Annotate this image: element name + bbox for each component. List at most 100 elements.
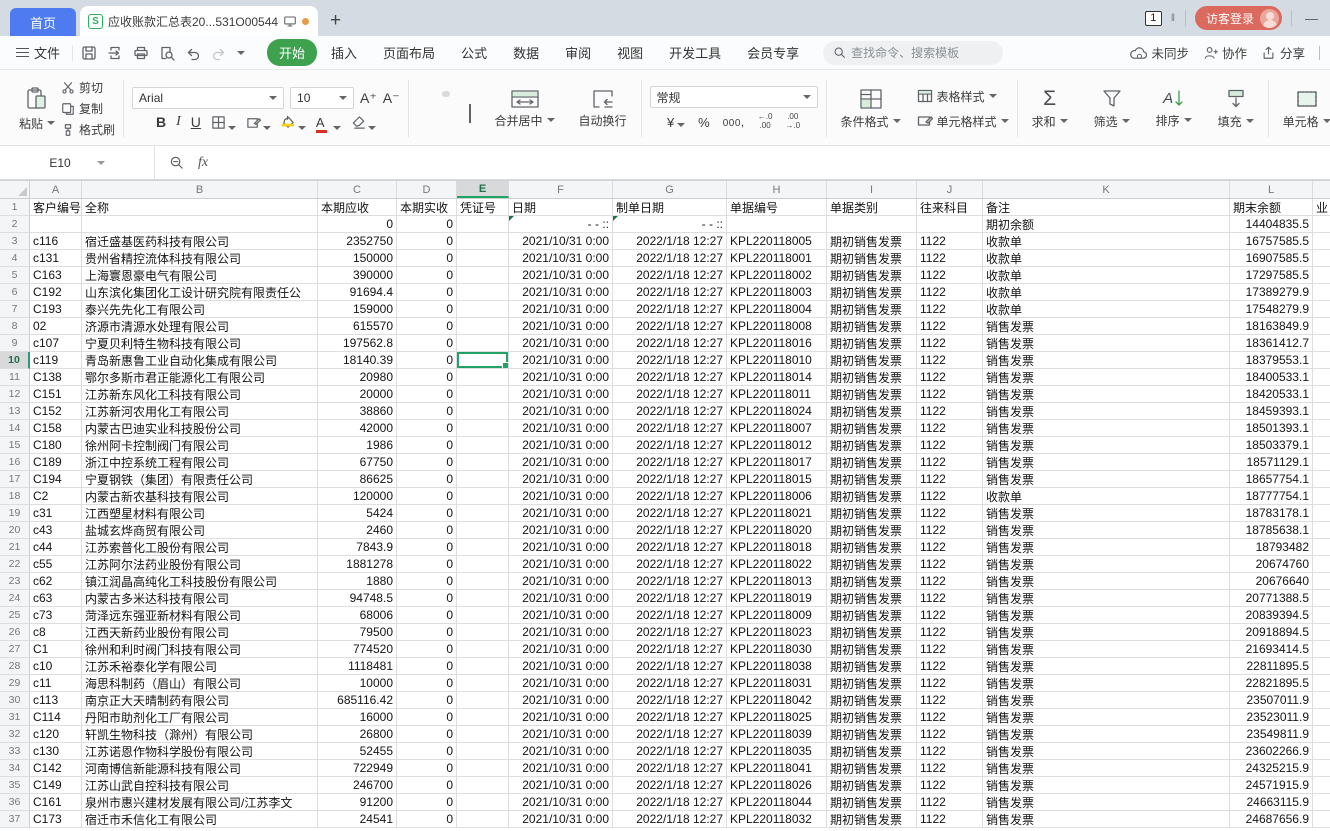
- cell-J27[interactable]: 1122: [917, 641, 983, 658]
- cell-I9[interactable]: 期初销售发票: [827, 335, 917, 352]
- formula-input[interactable]: [222, 146, 1330, 179]
- quick-access-dropdown-icon[interactable]: [237, 51, 245, 55]
- row-header-21[interactable]: 21: [0, 539, 30, 556]
- cell-D34[interactable]: 0: [397, 760, 457, 777]
- cell-C36[interactable]: 91200: [318, 794, 397, 811]
- sort-button[interactable]: A 排序: [1150, 87, 1198, 131]
- cell-J11[interactable]: 1122: [917, 369, 983, 386]
- cell-L30[interactable]: 23507011.9: [1230, 692, 1313, 709]
- cell-D36[interactable]: 0: [397, 794, 457, 811]
- cell-F8[interactable]: 2021/10/31 0:00: [509, 318, 613, 335]
- align-left-button[interactable]: [417, 111, 425, 117]
- cell-H33[interactable]: KPL220118035: [727, 743, 827, 760]
- cell-F32[interactable]: 2021/10/31 0:00: [509, 726, 613, 743]
- cell-C32[interactable]: 26800: [318, 726, 397, 743]
- cell-K15[interactable]: 销售发票: [983, 437, 1230, 454]
- cell-M10[interactable]: [1313, 352, 1330, 369]
- cell-I19[interactable]: 期初销售发票: [827, 505, 917, 522]
- cell-J26[interactable]: 1122: [917, 624, 983, 641]
- cell-D9[interactable]: 0: [397, 335, 457, 352]
- cell-M26[interactable]: [1313, 624, 1330, 641]
- cell-B29[interactable]: 海思科制药（眉山）有限公司: [82, 675, 318, 692]
- cell-L3[interactable]: 16757585.5: [1230, 233, 1313, 250]
- cell-F27[interactable]: 2021/10/31 0:00: [509, 641, 613, 658]
- cell-D10[interactable]: 0: [397, 352, 457, 369]
- cell-B7[interactable]: 泰兴先先化工有限公司: [82, 301, 318, 318]
- cell-C19[interactable]: 5424: [318, 505, 397, 522]
- cell-I23[interactable]: 期初销售发票: [827, 573, 917, 590]
- cell-H16[interactable]: KPL220118017: [727, 454, 827, 471]
- cell-F33[interactable]: 2021/10/31 0:00: [509, 743, 613, 760]
- cell-M14[interactable]: [1313, 420, 1330, 437]
- home-tab[interactable]: 首页: [10, 8, 76, 36]
- cell-A12[interactable]: C151: [30, 386, 82, 403]
- cell-J29[interactable]: 1122: [917, 675, 983, 692]
- column-header-J[interactable]: J: [917, 181, 983, 198]
- cell-E5[interactable]: [457, 267, 509, 284]
- cell-K24[interactable]: 销售发票: [983, 590, 1230, 607]
- percent-format-button[interactable]: %: [698, 115, 710, 130]
- cell-F10[interactable]: 2021/10/31 0:00: [509, 352, 613, 369]
- cell-E33[interactable]: [457, 743, 509, 760]
- cell-F28[interactable]: 2021/10/31 0:00: [509, 658, 613, 675]
- cell-A13[interactable]: C152: [30, 403, 82, 420]
- cell-B6[interactable]: 山东滨化集团化工设计研究院有限责任公: [82, 284, 318, 301]
- cell-F16[interactable]: 2021/10/31 0:00: [509, 454, 613, 471]
- cell-A22[interactable]: c55: [30, 556, 82, 573]
- cell-I28[interactable]: 期初销售发票: [827, 658, 917, 675]
- print-preview-button[interactable]: [159, 45, 175, 61]
- cell-J18[interactable]: 1122: [917, 488, 983, 505]
- align-middle-button[interactable]: [430, 91, 438, 97]
- row-header-32[interactable]: 32: [0, 726, 30, 743]
- cell-G21[interactable]: 2022/1/18 12:27: [613, 539, 727, 556]
- cell-A6[interactable]: C192: [30, 284, 82, 301]
- cell-style-button[interactable]: 单元格样式: [917, 113, 1009, 130]
- cell-A1[interactable]: 客户编号: [30, 199, 82, 216]
- cell-K34[interactable]: 销售发票: [983, 760, 1230, 777]
- ribbon-tab-7[interactable]: 开发工具: [657, 39, 733, 66]
- cell-H1[interactable]: 单据编号: [727, 199, 827, 216]
- column-header-C[interactable]: C: [318, 181, 397, 198]
- cell-K26[interactable]: 销售发票: [983, 624, 1230, 641]
- cell-C24[interactable]: 94748.5: [318, 590, 397, 607]
- cell-E25[interactable]: [457, 607, 509, 624]
- cell-L8[interactable]: 18163849.9: [1230, 318, 1313, 335]
- cell-B16[interactable]: 浙江中控系统工程有限公司: [82, 454, 318, 471]
- font-name-select[interactable]: Arial: [132, 87, 284, 109]
- cell-B1[interactable]: 全称: [82, 199, 318, 216]
- cell-H4[interactable]: KPL220118001: [727, 250, 827, 267]
- cell-K20[interactable]: 销售发票: [983, 522, 1230, 539]
- cell-F19[interactable]: 2021/10/31 0:00: [509, 505, 613, 522]
- column-header-A[interactable]: A: [30, 181, 82, 198]
- cell-L18[interactable]: 18777754.1: [1230, 488, 1313, 505]
- cell-G29[interactable]: 2022/1/18 12:27: [613, 675, 727, 692]
- cell-J7[interactable]: 1122: [917, 301, 983, 318]
- cell-G8[interactable]: 2022/1/18 12:27: [613, 318, 727, 335]
- row-header-1[interactable]: 1: [0, 199, 30, 216]
- cell-L6[interactable]: 17389279.9: [1230, 284, 1313, 301]
- align-bottom-button[interactable]: [442, 91, 450, 97]
- cell-K12[interactable]: 销售发票: [983, 386, 1230, 403]
- cell-D19[interactable]: 0: [397, 505, 457, 522]
- cell-K22[interactable]: 销售发票: [983, 556, 1230, 573]
- ribbon-tab-2[interactable]: 页面布局: [371, 39, 447, 66]
- cell-D31[interactable]: 0: [397, 709, 457, 726]
- fx-icon[interactable]: fx: [198, 155, 208, 171]
- cell-J10[interactable]: 1122: [917, 352, 983, 369]
- file-menu-button[interactable]: 文件: [10, 43, 66, 62]
- cell-J15[interactable]: 1122: [917, 437, 983, 454]
- cell-F37[interactable]: 2021/10/31 0:00: [509, 811, 613, 828]
- cell-M32[interactable]: [1313, 726, 1330, 743]
- cell-I24[interactable]: 期初销售发票: [827, 590, 917, 607]
- cell-D25[interactable]: 0: [397, 607, 457, 624]
- cell-E23[interactable]: [457, 573, 509, 590]
- column-header-cut[interactable]: [1313, 181, 1330, 198]
- cell-E30[interactable]: [457, 692, 509, 709]
- cell-I15[interactable]: 期初销售发票: [827, 437, 917, 454]
- cell-H37[interactable]: KPL220118032: [727, 811, 827, 828]
- row-header-37[interactable]: 37: [0, 811, 30, 828]
- cell-C20[interactable]: 2460: [318, 522, 397, 539]
- cell-D37[interactable]: 0: [397, 811, 457, 828]
- cell-G2[interactable]: - - ::: [613, 216, 727, 233]
- row-header-28[interactable]: 28: [0, 658, 30, 675]
